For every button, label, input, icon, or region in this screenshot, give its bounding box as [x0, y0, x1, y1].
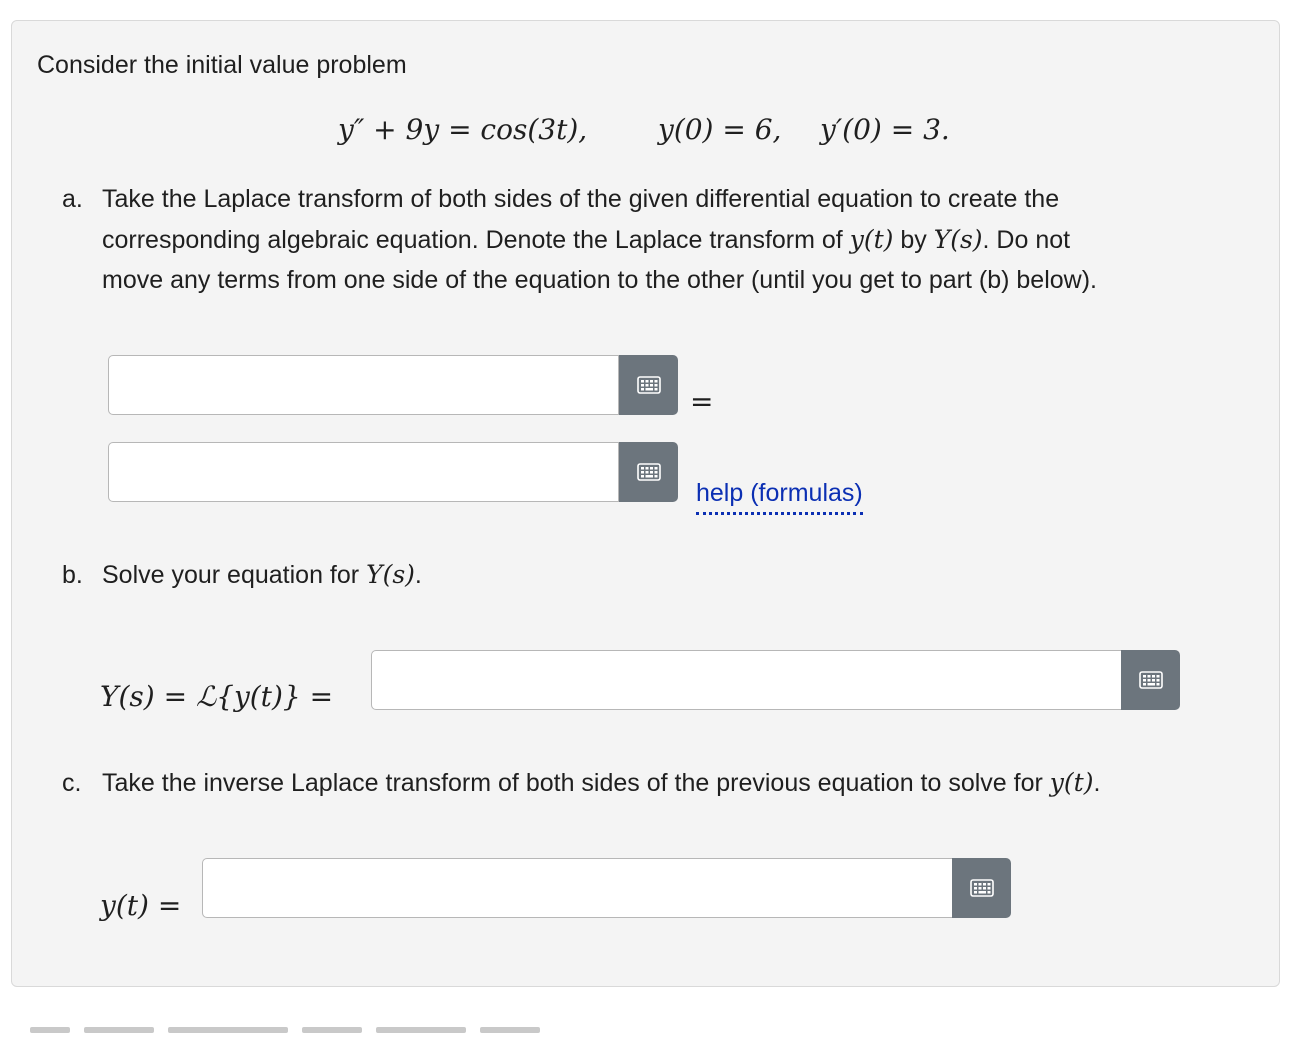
part-a-by: by	[893, 226, 934, 254]
y-of-t-label: y(t) =	[100, 889, 182, 922]
part-a-line2: corresponding algebraic equation. Denote…	[102, 220, 1070, 260]
problem-card	[11, 20, 1280, 987]
part-a-marker: a.	[62, 185, 83, 213]
keyboard-button-y[interactable]	[952, 858, 1011, 918]
part-a-do-not: . Do not	[982, 226, 1071, 254]
Y-of-s-input[interactable]	[371, 650, 1122, 710]
part-b-period: .	[414, 561, 422, 589]
part-b-marker: b.	[62, 561, 83, 589]
Y-of-s-label: Y(s) = ℒ{y(t)} =	[100, 680, 334, 713]
keyboard-button-Y[interactable]	[1121, 650, 1180, 710]
math-y-of-t: y(t)	[1049, 768, 1094, 797]
problem-intro: Consider the initial value problem	[37, 51, 407, 79]
keyboard-icon	[636, 376, 661, 394]
part-b-text: Solve your equation for Y(s).	[102, 555, 422, 595]
laplace-lhs-input[interactable]	[108, 355, 619, 415]
part-c-period: .	[1093, 769, 1101, 797]
y-of-t-input[interactable]	[202, 858, 953, 918]
part-a-line3: move any terms from one side of the equa…	[102, 266, 1097, 294]
part-a-line1: Take the Laplace transform of both sides…	[102, 185, 1060, 213]
part-c-marker: c.	[62, 769, 82, 797]
initial-condition-1: y(0) = 6,	[658, 113, 782, 146]
keyboard-icon	[636, 463, 661, 481]
ode-equation: y″ + 9y = cos(3t),	[338, 113, 588, 146]
part-a-line2-text: corresponding algebraic equation. Denote…	[102, 226, 850, 254]
initial-condition-2: y′(0) = 3.	[820, 113, 950, 146]
keyboard-button-rhs[interactable]	[619, 442, 678, 502]
math-Y-of-s: Y(s)	[366, 560, 415, 589]
equals-sign: =	[690, 385, 714, 418]
part-c-text: Take the inverse Laplace transform of bo…	[102, 763, 1100, 803]
keyboard-icon	[1138, 671, 1163, 689]
math-y-of-t: y(t)	[849, 225, 894, 254]
cut-off-text-row	[30, 1020, 590, 1034]
part-b-instruction: Solve your equation for	[102, 561, 367, 589]
help-formulas-link[interactable]: help (formulas)	[696, 476, 863, 515]
keyboard-button-lhs[interactable]	[619, 355, 678, 415]
laplace-rhs-input[interactable]	[108, 442, 619, 502]
part-c-instruction: Take the inverse Laplace transform of bo…	[102, 769, 1050, 797]
keyboard-icon	[969, 879, 994, 897]
math-Y-of-s: Y(s)	[933, 225, 983, 254]
